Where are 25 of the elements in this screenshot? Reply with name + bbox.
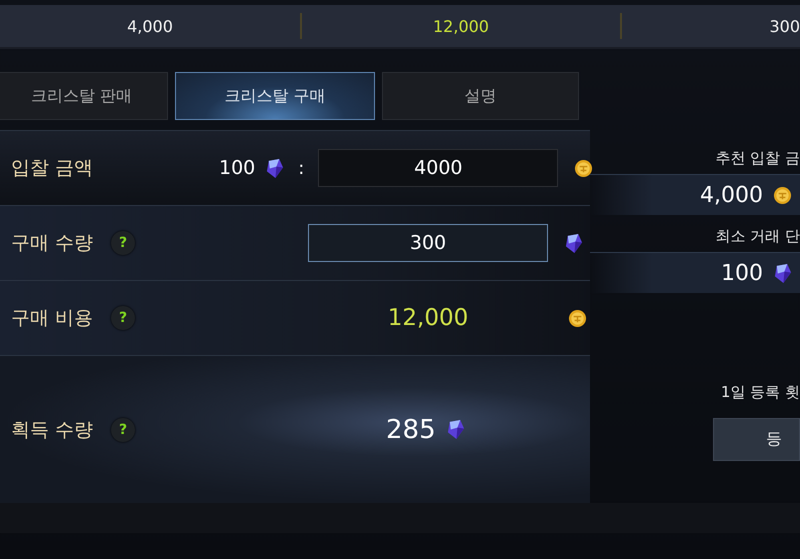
help-icon[interactable]: ?	[111, 418, 136, 442]
summary-value: 12,000	[433, 16, 489, 36]
field-label: 구매 비용	[11, 306, 94, 331]
summary-value: 300	[769, 16, 800, 36]
input-field[interactable]: 4000	[318, 149, 558, 187]
register-button[interactable]: 등	[713, 418, 800, 461]
help-icon[interactable]: ?	[111, 306, 136, 330]
recommended-value: 4,000	[700, 182, 763, 208]
field-label: 구매 수량	[11, 231, 94, 256]
ratio-amount: 100	[219, 157, 256, 179]
field-label: 입찰 금액	[11, 156, 94, 181]
cost-value: 12,000	[386, 305, 470, 331]
summary-value: 4,000	[127, 16, 173, 36]
tab[interactable]: 크리스탈 구매	[175, 72, 375, 120]
help-icon[interactable]: ?	[111, 231, 136, 255]
side-label: 추천 입찰 금	[715, 149, 800, 168]
separator: :	[298, 158, 304, 178]
tab[interactable]: 설명	[382, 72, 579, 120]
tab[interactable]: 크리스탈 판매	[0, 72, 168, 120]
field-label: 획득 수량	[11, 418, 94, 442]
input-field[interactable]: 300	[308, 224, 548, 262]
result-value: 285	[386, 414, 436, 444]
min-unit-value: 100	[721, 260, 763, 286]
side-label: 1일 등록 횟	[720, 383, 800, 402]
side-label: 최소 거래 단	[715, 227, 800, 246]
